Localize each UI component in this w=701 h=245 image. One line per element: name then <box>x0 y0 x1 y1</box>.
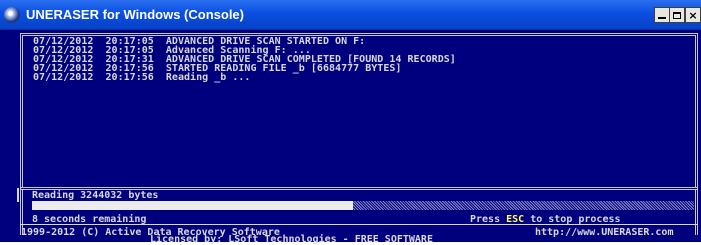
panel-separator-marker <box>17 188 19 202</box>
license-text: Licensed by: LSoft Technologies - FREE S… <box>150 234 433 245</box>
minimize-button[interactable] <box>654 7 670 23</box>
read-progress-fill <box>32 201 354 210</box>
window-title: UNERASER for Windows (Console) <box>26 7 244 22</box>
maximize-button[interactable] <box>669 7 685 23</box>
maximize-icon <box>673 11 681 19</box>
close-icon: × <box>688 8 698 22</box>
title-bar[interactable]: UNERASER for Windows (Console) × <box>0 0 701 30</box>
close-button[interactable]: × <box>685 7 701 23</box>
footer-divider <box>20 224 698 225</box>
minimize-icon <box>658 17 666 19</box>
website-link[interactable]: http://www.UNERASER.com <box>535 227 673 238</box>
log-line: 07/12/2012 20:17:56 Reading _b ... <box>33 72 251 83</box>
read-progress-bar <box>32 201 694 210</box>
uneraser-console-window: UNERASER for Windows (Console) × 07/12/2… <box>0 0 701 245</box>
reading-status: Reading 3244032 bytes <box>32 190 159 201</box>
uneraser-app-icon[interactable] <box>4 7 20 23</box>
